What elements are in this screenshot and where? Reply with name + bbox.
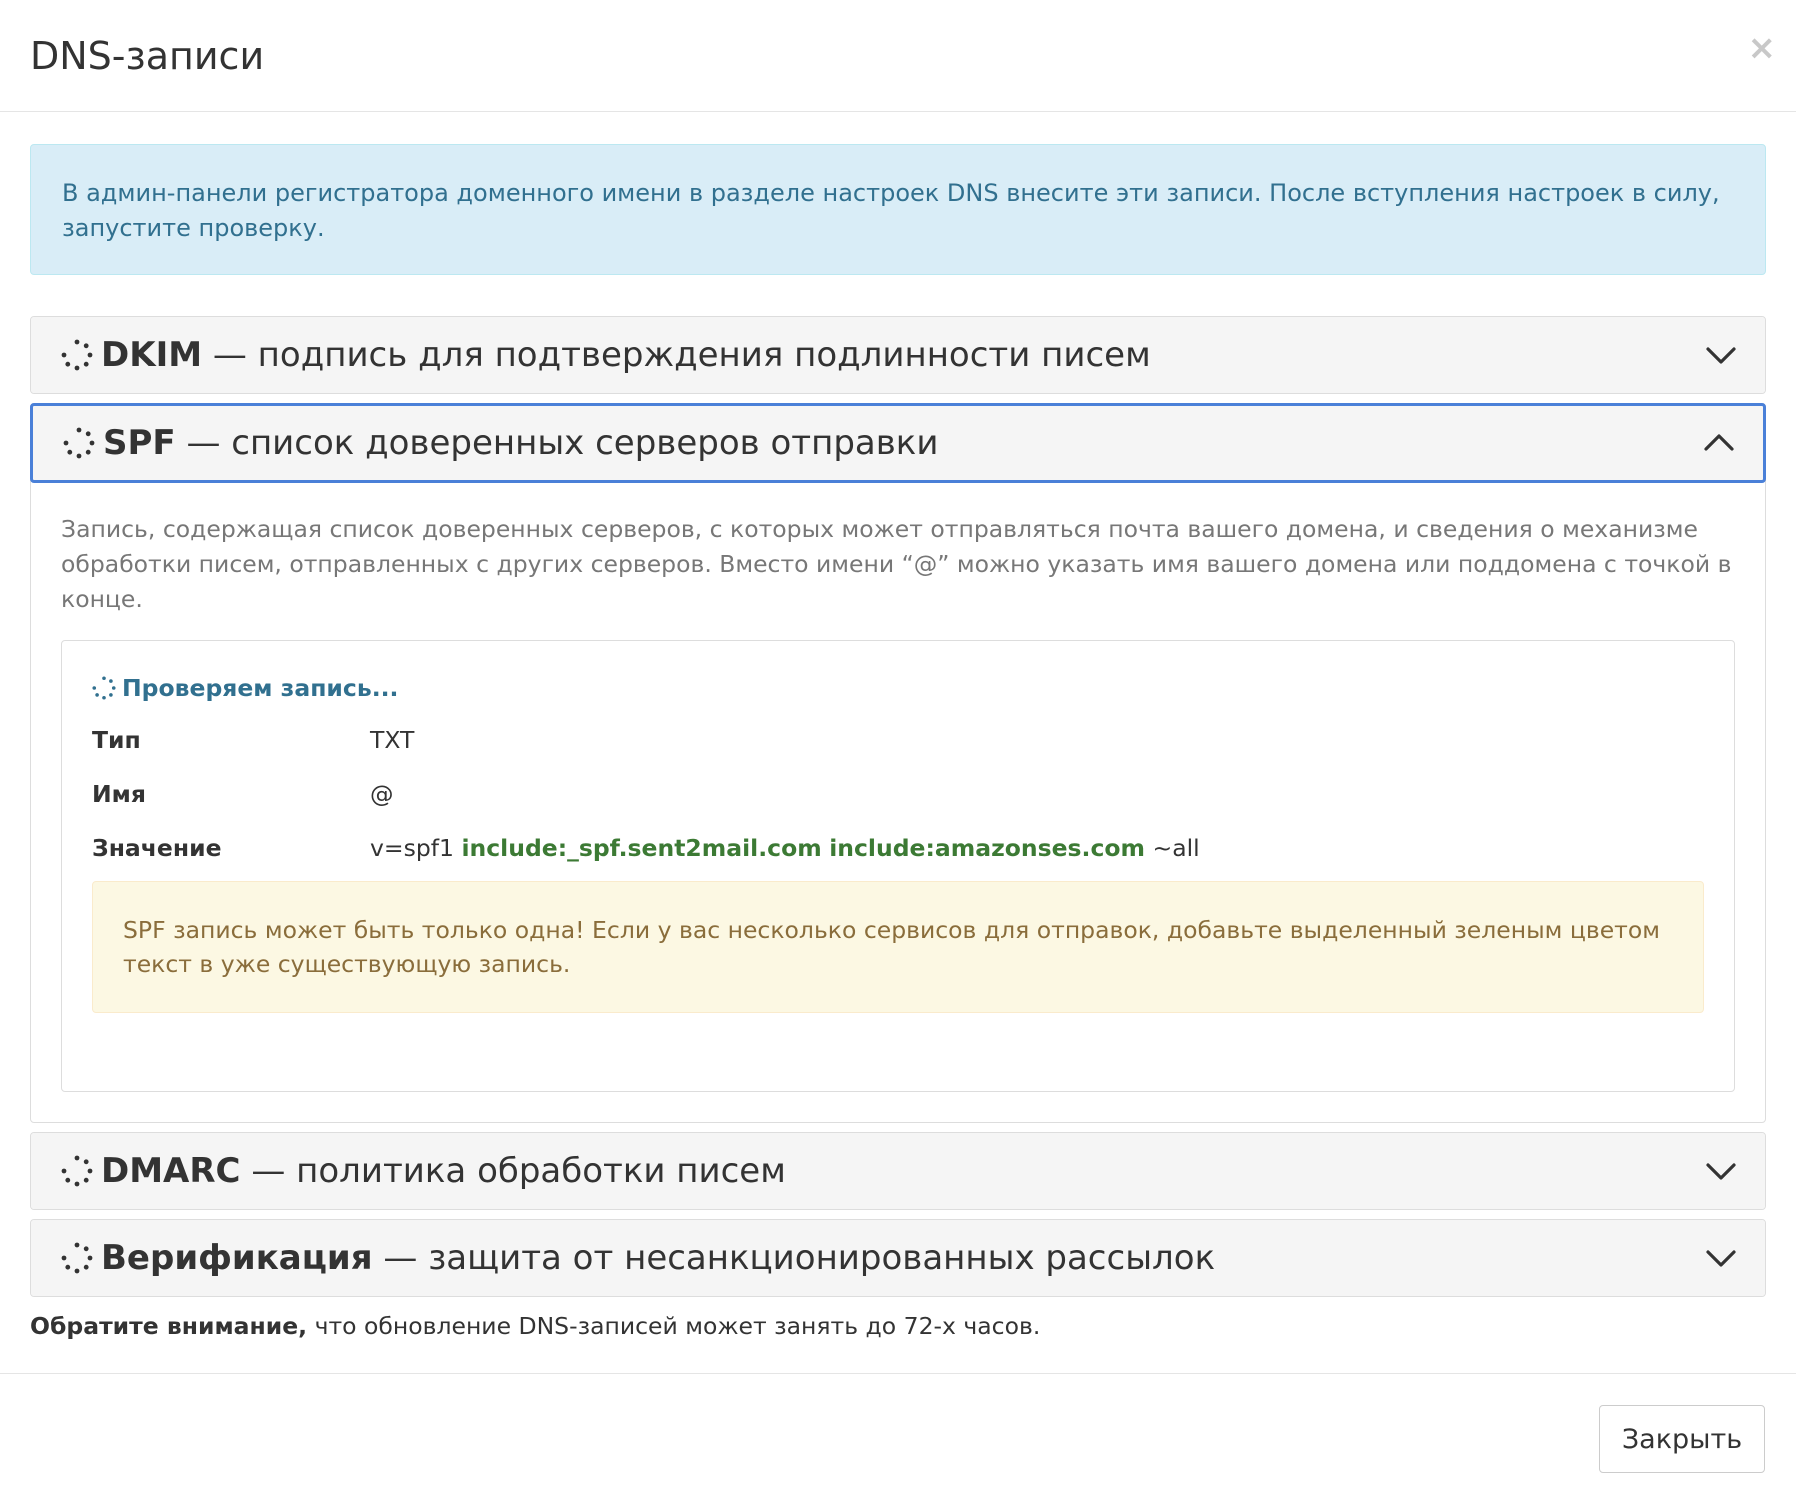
chevron-down-icon[interactable] xyxy=(1705,1244,1737,1272)
panel-dmarc: DMARC — политика обработки писем xyxy=(30,1132,1766,1210)
spf-value-text: v=spf1 include:_spf.sent2mail.com includ… xyxy=(370,831,1200,865)
close-button[interactable]: Закрыть xyxy=(1599,1405,1765,1473)
dns-records-modal: DNS-записи × В админ-панели регистратора… xyxy=(0,0,1796,1503)
panel-verification: Верификация — защита от несанкционирован… xyxy=(30,1219,1766,1297)
modal-header: DNS-записи × xyxy=(0,0,1796,112)
spf-warning-alert: SPF запись может быть только одна! Если … xyxy=(92,881,1704,1013)
spf-value-prefix: v=spf1 xyxy=(370,834,462,862)
chevron-up-icon[interactable] xyxy=(1703,429,1735,457)
spinner-icon xyxy=(92,676,116,700)
modal-body: В админ-панели регистратора доменного им… xyxy=(30,144,1766,1297)
chevron-down-icon[interactable] xyxy=(1705,1157,1737,1185)
panel-spf-desc: — список доверенных серверов отправки xyxy=(175,423,939,463)
chevron-down-icon[interactable] xyxy=(1705,341,1737,369)
spf-name-label: Имя xyxy=(92,780,146,808)
panel-dmarc-header[interactable]: DMARC — политика обработки писем xyxy=(31,1133,1765,1209)
spinner-icon xyxy=(61,1242,93,1274)
note-text: что обновление DNS-записей может занять … xyxy=(307,1312,1041,1340)
panel-verification-desc: — защита от несанкционированных рассылок xyxy=(372,1238,1216,1278)
spinner-icon xyxy=(61,1155,93,1187)
panel-dkim-desc: — подпись для подтверждения подлинности … xyxy=(202,335,1151,375)
spf-type-row: Тип TXT xyxy=(92,723,1704,757)
spf-name-row: Имя @ xyxy=(92,777,1704,811)
panel-dkim-name: DKIM xyxy=(101,335,203,375)
spf-record-card: Проверяем запись... Тип TXT Имя @ Значен… xyxy=(61,640,1735,1092)
modal-title: DNS-записи xyxy=(30,34,265,78)
info-alert: В админ-панели регистратора доменного им… xyxy=(30,144,1766,275)
spf-value-include-1: include:_spf.sent2mail.com xyxy=(461,834,822,862)
panel-spf-header[interactable]: SPF — список доверенных серверов отправк… xyxy=(30,403,1766,483)
panel-spf: SPF — список доверенных серверов отправк… xyxy=(30,403,1766,1123)
note-bold: Обратите внимание, xyxy=(30,1312,308,1340)
panel-verification-title: Верификация — защита от несанкционирован… xyxy=(101,1238,1215,1278)
spf-check-status: Проверяем запись... xyxy=(92,671,1704,705)
spf-value-include-2: include:amazonses.com xyxy=(829,834,1146,862)
modal-footer: Закрыть xyxy=(0,1373,1796,1503)
close-icon[interactable]: × xyxy=(1748,28,1777,68)
panel-dmarc-title: DMARC — политика обработки писем xyxy=(101,1151,786,1191)
spf-value-suffix: ~all xyxy=(1145,834,1200,862)
panel-dkim-header[interactable]: DKIM — подпись для подтверждения подлинн… xyxy=(31,317,1765,393)
panel-dmarc-name: DMARC xyxy=(101,1151,241,1191)
spf-value-label: Значение xyxy=(92,834,222,862)
dns-update-note: Обратите внимание, что обновление DNS-за… xyxy=(30,1308,1040,1344)
panel-spf-body: Запись, содержащая список доверенных сер… xyxy=(31,482,1765,1122)
panel-dmarc-desc: — политика обработки писем xyxy=(240,1151,786,1191)
panel-verification-header[interactable]: Верификация — защита от несанкционирован… xyxy=(31,1220,1765,1296)
spf-description: Запись, содержащая список доверенных сер… xyxy=(61,515,1732,613)
spinner-icon xyxy=(63,427,95,459)
panel-spf-title: SPF — список доверенных серверов отправк… xyxy=(103,423,938,463)
panel-spf-name: SPF xyxy=(103,423,176,463)
spf-type-value: TXT xyxy=(370,726,415,754)
spf-check-status-text: Проверяем запись... xyxy=(122,674,399,702)
panel-verification-name: Верификация xyxy=(101,1238,373,1278)
spinner-icon xyxy=(61,339,93,371)
spf-value-row: Значение v=spf1 include:_spf.sent2mail.c… xyxy=(92,831,1704,865)
spf-type-label: Тип xyxy=(92,726,141,754)
panel-dkim: DKIM — подпись для подтверждения подлинн… xyxy=(30,316,1766,394)
spf-name-value: @ xyxy=(370,780,394,808)
panel-dkim-title: DKIM — подпись для подтверждения подлинн… xyxy=(101,335,1151,375)
